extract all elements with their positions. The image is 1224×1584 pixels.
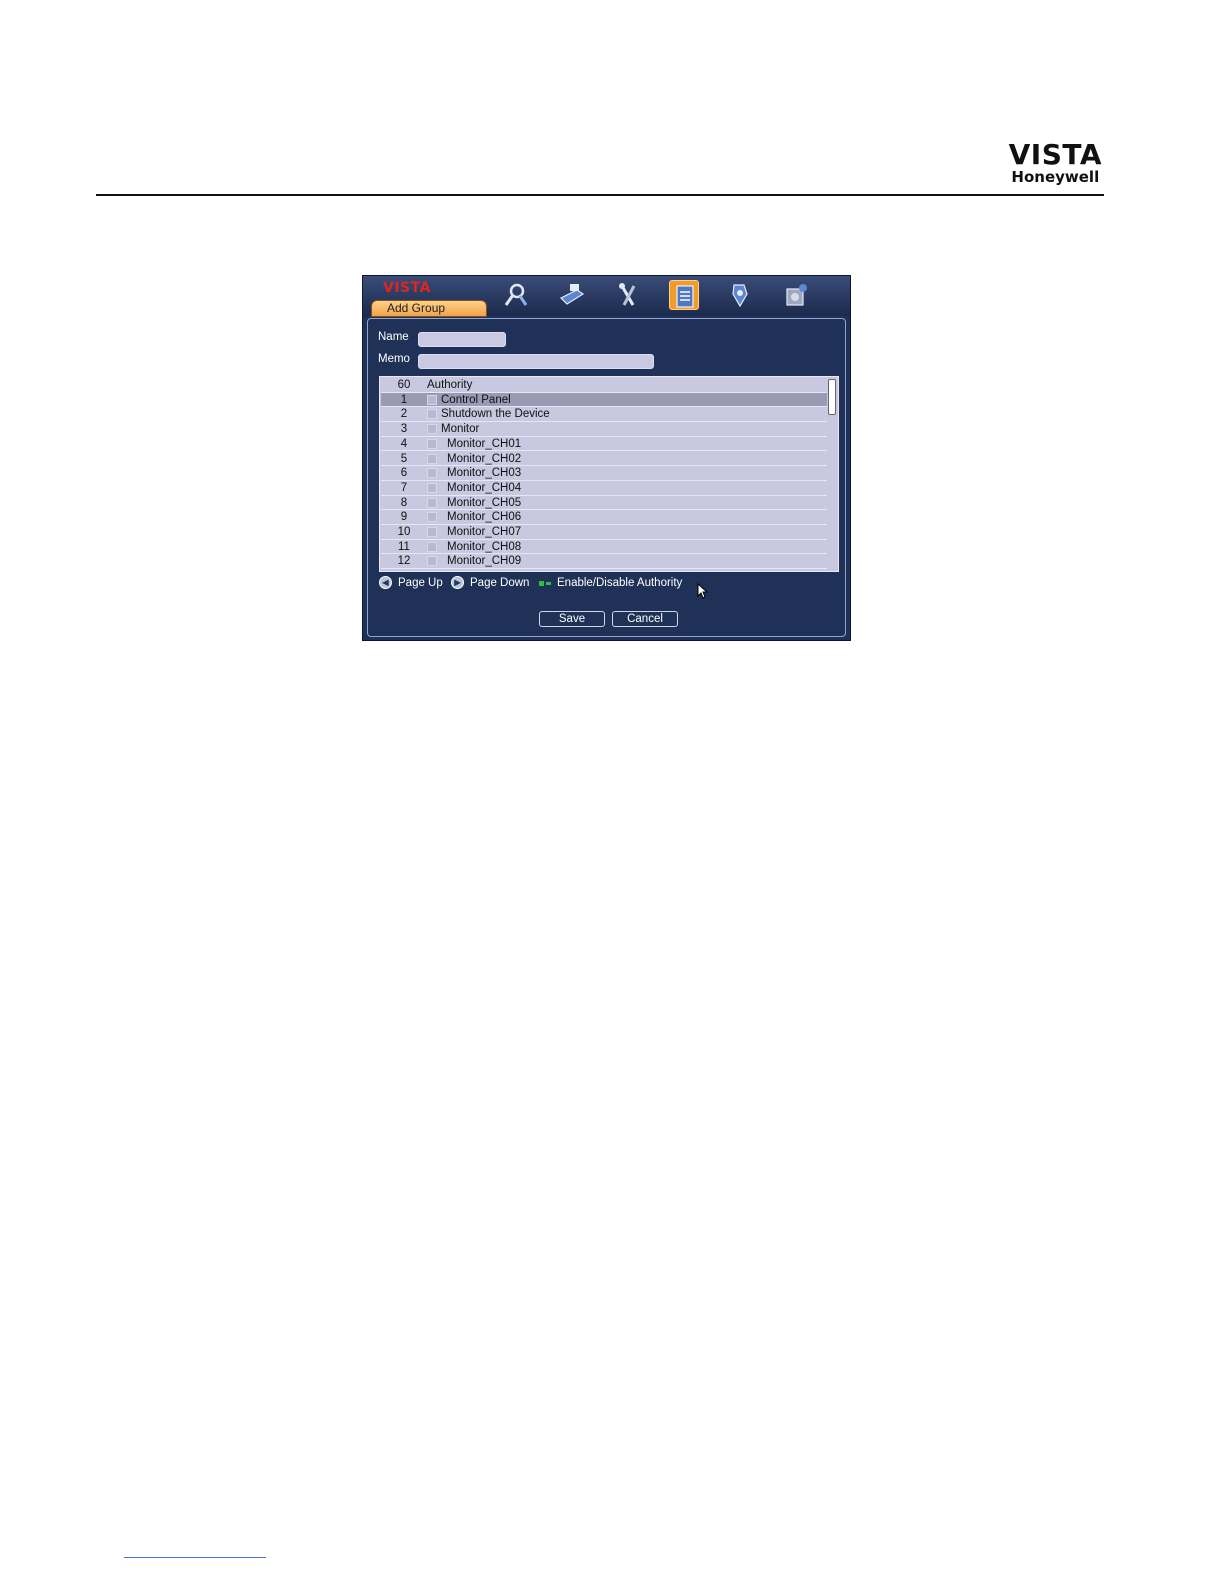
authority-checkbox[interactable] <box>427 541 437 552</box>
name-input[interactable] <box>418 332 506 347</box>
row-number: 4 <box>400 437 408 450</box>
dvr-toolbar: VISTA Add Group <box>363 276 850 317</box>
authority-list: 60 Authority 1 Control Panel 2 Shutdown … <box>379 376 839 572</box>
vista-honeywell-logo: VISTA Honeywell <box>1008 138 1102 187</box>
name-label: Name <box>378 331 409 343</box>
row-label: Monitor_CH09 <box>447 555 522 568</box>
row-label: Control Panel <box>441 393 511 406</box>
authority-header-row: 60 Authority <box>381 378 827 393</box>
row-label: Monitor_CH06 <box>447 511 522 524</box>
authority-checkbox[interactable] <box>427 556 437 567</box>
row-number: 8 <box>400 496 408 509</box>
authority-header: Authority <box>427 379 473 391</box>
authority-row[interactable]: 8 Monitor_CH05 <box>381 496 827 511</box>
authority-checkbox[interactable] <box>427 409 437 420</box>
fn-key-icon <box>539 581 551 586</box>
cancel-button[interactable]: Cancel <box>612 611 678 627</box>
row-number: 7 <box>400 481 408 494</box>
disk-icon[interactable] <box>781 280 811 310</box>
authority-row[interactable]: 9 Monitor_CH06 <box>381 510 827 525</box>
page-down-icon[interactable]: ▶ <box>451 576 464 589</box>
row-number: 2 <box>400 408 408 421</box>
record-icon[interactable] <box>557 280 587 310</box>
row-label: Monitor_CH02 <box>447 452 522 465</box>
tab-add-group[interactable]: Add Group <box>371 300 487 317</box>
row-label: Monitor_CH05 <box>447 496 522 509</box>
authority-row[interactable]: 2 Shutdown the Device <box>381 407 827 423</box>
toggle-authority-label: Enable/Disable Authority <box>557 577 683 589</box>
list-scrollbar[interactable] <box>828 379 836 415</box>
header-rule <box>96 194 1104 196</box>
authority-checkbox[interactable] <box>427 482 437 493</box>
row-number: 12 <box>397 555 411 568</box>
memo-input[interactable] <box>418 354 654 369</box>
authority-checkbox[interactable] <box>427 424 437 435</box>
advanced-icon[interactable] <box>725 280 755 310</box>
authority-row[interactable]: 3 Monitor <box>381 422 827 437</box>
row-label: Monitor_CH01 <box>447 437 522 450</box>
mouse-cursor-icon <box>697 583 709 599</box>
authority-row[interactable]: 1 Control Panel <box>381 392 827 408</box>
row-label: Monitor_CH07 <box>447 526 522 538</box>
search-icon[interactable] <box>501 280 531 310</box>
authority-row[interactable]: 5 Monitor_CH02 <box>381 452 827 467</box>
dvr-brand: VISTA <box>383 280 431 296</box>
authority-checkbox[interactable] <box>427 468 437 479</box>
authority-checkbox[interactable] <box>427 497 437 508</box>
authority-checkbox[interactable] <box>427 438 437 449</box>
save-button[interactable]: Save <box>539 611 605 627</box>
authority-count: 60 <box>397 379 411 391</box>
info-icon[interactable] <box>669 280 699 310</box>
logo-sub-text: Honeywell <box>1011 168 1100 186</box>
page-up-label: Page Up <box>398 577 443 589</box>
authority-row[interactable]: 11 Monitor_CH08 <box>381 540 827 555</box>
authority-row[interactable]: 10 Monitor_CH07 <box>381 525 827 540</box>
tools-icon[interactable] <box>613 280 643 310</box>
row-number: 5 <box>400 452 408 465</box>
logo-main-text: VISTA <box>1008 138 1102 171</box>
authority-checkbox[interactable] <box>427 394 437 405</box>
memo-label: Memo <box>378 353 410 365</box>
page-up-icon[interactable]: ◀ <box>379 576 392 589</box>
row-label: Shutdown the Device <box>441 408 550 421</box>
authority-row[interactable]: 12 Monitor_CH09 <box>381 554 827 570</box>
row-label: Monitor_CH08 <box>447 540 522 553</box>
row-number: 9 <box>400 511 408 524</box>
page-down-label: Page Down <box>470 577 530 589</box>
authority-row[interactable]: 7 Monitor_CH04 <box>381 481 827 496</box>
row-number: 10 <box>397 526 411 538</box>
row-number: 1 <box>400 393 408 406</box>
dvr-add-group-dialog: VISTA Add Group Name Memo 60 Authority 1… <box>362 275 851 641</box>
authority-checkbox[interactable] <box>427 512 437 523</box>
authority-row[interactable]: 6 Monitor_CH03 <box>381 466 827 481</box>
row-number: 3 <box>400 423 408 436</box>
footer-link-rule <box>124 1557 266 1558</box>
row-number: 6 <box>400 467 408 480</box>
row-number: 11 <box>398 540 410 553</box>
authority-checkbox[interactable] <box>427 527 437 537</box>
authority-row[interactable]: 4 Monitor_CH01 <box>381 437 827 452</box>
row-label: Monitor_CH04 <box>447 481 522 494</box>
row-label: Monitor <box>441 423 480 436</box>
row-label: Monitor_CH03 <box>447 467 522 480</box>
authority-checkbox[interactable] <box>427 453 437 464</box>
